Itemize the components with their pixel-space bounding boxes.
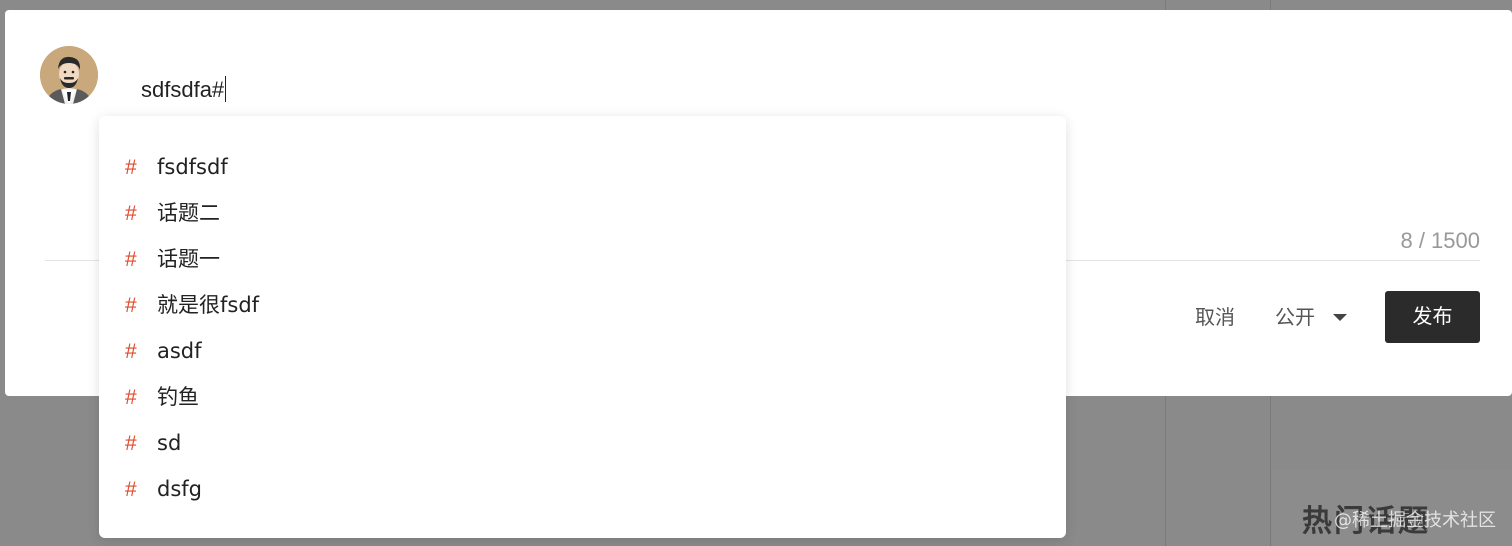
topic-suggestion-list: # fsdfsdf # 话题二 # 话题一 # 就是很fsdf # asdf # 钓鱼 # s… <box>99 116 1066 512</box>
avatar[interactable] <box>40 46 98 104</box>
hash-icon: # <box>125 340 137 363</box>
topic-label: 话题二 <box>157 201 220 225</box>
hash-icon: # <box>125 202 137 225</box>
topic-suggestion-item[interactable]: # fsdfsdf <box>99 144 1066 190</box>
user-avatar-icon <box>40 46 98 104</box>
post-text-input[interactable]: sdfsdfa# <box>141 76 227 103</box>
text-caret <box>225 76 227 102</box>
hash-icon: # <box>125 294 137 317</box>
post-text-value: sdfsdfa# <box>141 77 225 102</box>
hash-icon: # <box>125 156 137 179</box>
topic-label: 话题一 <box>157 247 220 271</box>
topic-label: 钓鱼 <box>157 385 199 409</box>
topic-suggestion-item[interactable]: # 就是很fsdf <box>99 282 1066 328</box>
topic-suggestion-item[interactable]: # 话题二 <box>99 190 1066 236</box>
topic-label: sd <box>157 431 182 455</box>
watermark: @稀土掘金技术社区 <box>1334 510 1496 531</box>
topic-suggestion-item[interactable]: # asdf <box>99 328 1066 374</box>
cancel-button[interactable]: 取消 <box>1180 298 1250 338</box>
topic-suggestion-item[interactable]: # 钓鱼 <box>99 374 1066 420</box>
hash-icon: # <box>125 478 137 501</box>
topic-label: fsdfsdf <box>157 155 228 179</box>
topic-suggestion-item[interactable]: # sd <box>99 420 1066 466</box>
hash-icon: # <box>125 248 137 271</box>
character-counter: 8 / 1500 <box>1400 228 1480 253</box>
topic-suggestion-dropdown: # fsdfsdf # 话题二 # 话题一 # 就是很fsdf # asdf # 钓鱼 # s… <box>99 116 1066 538</box>
hash-icon: # <box>125 432 137 455</box>
topic-label: asdf <box>157 339 202 363</box>
hash-icon: # <box>125 386 137 409</box>
publish-button[interactable]: 发布 <box>1385 291 1480 343</box>
visibility-select[interactable]: 公开 <box>1275 298 1347 338</box>
caret-down-icon <box>1333 314 1347 321</box>
visibility-label: 公开 <box>1275 307 1315 329</box>
topic-suggestion-item[interactable]: # 话题一 <box>99 236 1066 282</box>
topic-label: dsfg <box>157 477 202 501</box>
topic-label: 就是很fsdf <box>157 293 260 317</box>
topic-suggestion-item[interactable]: # dsfg <box>99 466 1066 512</box>
